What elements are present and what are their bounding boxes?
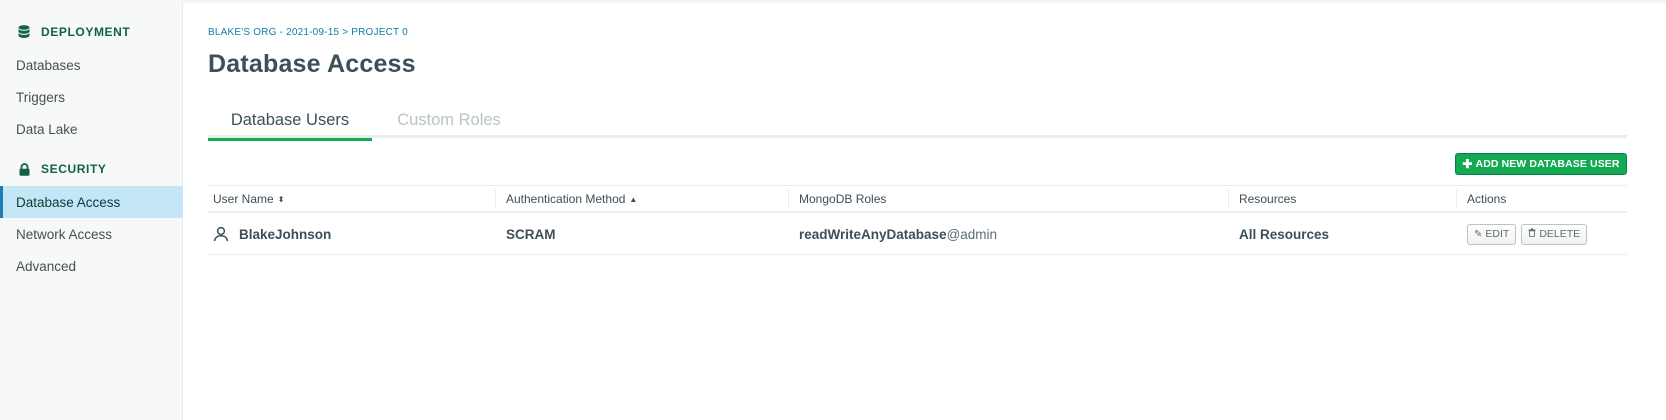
sidebar-item-databases[interactable]: Databases: [0, 49, 183, 81]
column-header-auth-method[interactable]: Authentication Method ▲: [495, 190, 637, 208]
delete-button[interactable]: DELETE: [1521, 223, 1588, 245]
column-header-mongodb-roles: MongoDB Roles: [788, 190, 886, 208]
plus-icon: ✚: [1462, 157, 1473, 171]
sidebar-section-security: SECURITY: [0, 159, 106, 179]
column-label: User Name: [213, 192, 274, 206]
sidebar-item-advanced[interactable]: Advanced: [0, 250, 183, 282]
sort-both-icon[interactable]: ⬍: [278, 195, 285, 204]
column-header-user-name[interactable]: User Name ⬍: [208, 186, 284, 212]
breadcrumb: BLAKE'S ORG - 2021-09-15 > PROJECT 0: [208, 27, 408, 38]
role-db: @admin: [946, 226, 998, 242]
sidebar-item-network-access[interactable]: Network Access: [0, 218, 183, 250]
table-header: User Name ⬍ Authentication Method ▲ Mong…: [208, 185, 1627, 213]
add-new-database-user-button[interactable]: ✚ ADD NEW DATABASE USER: [1455, 153, 1627, 175]
column-header-actions: Actions: [1456, 190, 1506, 208]
role-name: readWriteAnyDatabase: [799, 226, 947, 242]
user-name-cell: BlakeJohnson: [213, 213, 331, 255]
sidebar-item-database-access[interactable]: Database Access: [0, 186, 183, 218]
column-label: Resources: [1239, 192, 1297, 206]
tab-bar: Database Users Custom Roles: [208, 102, 1627, 141]
sidebar: DEPLOYMENT Databases Triggers Data Lake …: [0, 0, 183, 420]
column-label: Authentication Method: [506, 192, 626, 206]
database-icon: [17, 25, 31, 39]
breadcrumb-project[interactable]: PROJECT 0: [351, 27, 408, 38]
user-icon: [213, 226, 229, 242]
column-label: MongoDB Roles: [799, 192, 887, 206]
resources-cell: All Resources: [1239, 226, 1330, 242]
column-label: Actions: [1467, 192, 1507, 206]
sidebar-section-label: SECURITY: [41, 162, 107, 176]
delete-label: DELETE: [1539, 228, 1581, 240]
sidebar-section-deployment: DEPLOYMENT: [0, 22, 130, 42]
tab-custom-roles[interactable]: Custom Roles: [386, 102, 512, 138]
sidebar-item-triggers[interactable]: Triggers: [0, 81, 183, 113]
sidebar-section-label: DEPLOYMENT: [41, 25, 131, 39]
column-header-resources: Resources: [1228, 190, 1296, 208]
breadcrumb-separator: >: [342, 27, 349, 38]
pencil-icon: ✎: [1474, 228, 1483, 240]
lock-icon: [17, 162, 31, 176]
page-title: Database Access: [208, 50, 416, 78]
sort-asc-icon[interactable]: ▲: [629, 195, 637, 204]
top-shadow: [183, 0, 1666, 4]
breadcrumb-org[interactable]: BLAKE'S ORG - 2021-09-15: [208, 27, 339, 38]
table-row: BlakeJohnson SCRAM readWriteAnyDatabase @…: [208, 213, 1627, 255]
tab-database-users[interactable]: Database Users: [208, 102, 372, 141]
sidebar-item-data-lake[interactable]: Data Lake: [0, 113, 183, 145]
actions-cell: ✎ EDIT DELETE: [1467, 213, 1592, 255]
roles-cell: readWriteAnyDatabase @admin: [799, 213, 997, 255]
add-button-label: ADD NEW DATABASE USER: [1475, 158, 1620, 170]
auth-method-cell: SCRAM: [506, 226, 556, 242]
users-table: User Name ⬍ Authentication Method ▲ Mong…: [208, 185, 1627, 255]
user-name: BlakeJohnson: [239, 226, 332, 242]
edit-label: EDIT: [1485, 228, 1510, 240]
edit-button[interactable]: ✎ EDIT: [1467, 223, 1517, 245]
trash-icon: [1528, 228, 1536, 240]
